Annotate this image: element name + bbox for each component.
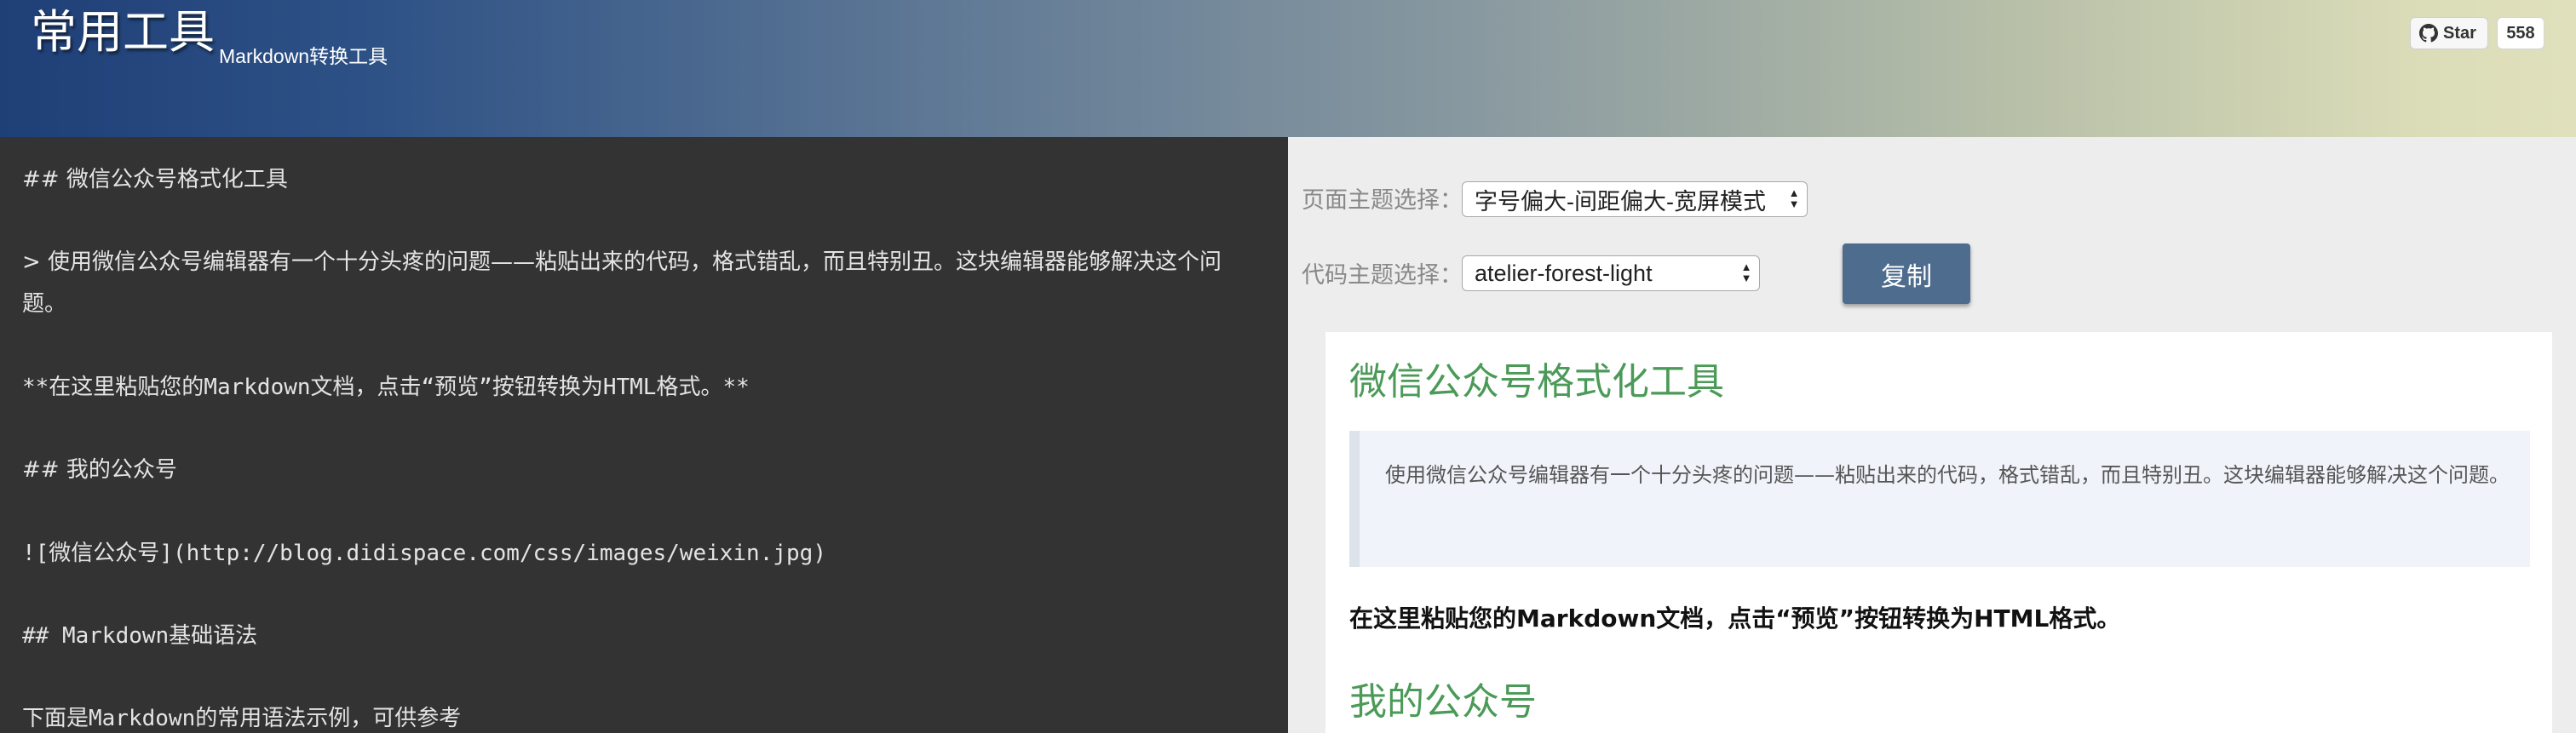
preview-heading: 我的公众号 xyxy=(1349,680,1537,724)
page-theme-select[interactable]: 字号偏大-间距偏大-宽屏模式 ▲ ▼ xyxy=(1462,181,1808,217)
editor-line: > 使用微信公众号编辑器有一个十分头疼的问题——粘贴出来的代码，格式错乱，而且特… xyxy=(22,249,1222,275)
app-subtitle: Markdown转换工具 xyxy=(219,45,388,67)
copy-button[interactable]: 复制 xyxy=(1843,243,1970,304)
editor-line: **在这里粘贴您的Markdown文档，点击“预览”按钮转换为HTML格式。** xyxy=(22,375,750,400)
editor-line: ## 微信公众号格式化工具 xyxy=(22,167,288,192)
preview-bold-text: 在这里粘贴您的Markdown文档，点击“预览”按钮转换为HTML格式。 xyxy=(1349,604,2121,633)
github-star-count[interactable]: 558 xyxy=(2497,17,2544,49)
page-theme-value: 字号偏大-间距偏大-宽屏模式 xyxy=(1475,188,1766,215)
markdown-editor[interactable]: ## 微信公众号格式化工具 > 使用微信公众号编辑器有一个十分头疼的问题——粘贴… xyxy=(0,137,1288,733)
page-theme-label: 页面主题选择： xyxy=(1302,187,1463,213)
code-theme-select[interactable]: atelier-forest-light ▲ ▼ xyxy=(1462,255,1760,291)
github-star-button[interactable]: Star xyxy=(2410,17,2488,49)
code-theme-value: atelier-forest-light xyxy=(1475,260,1653,286)
select-arrows-icon: ▲ ▼ xyxy=(1788,186,1800,210)
preview-heading: 微信公众号格式化工具 xyxy=(1349,360,1724,404)
editor-line: ![微信公众号](http://blog.didispace.com/css/i… xyxy=(22,541,826,566)
github-icon xyxy=(2419,24,2438,43)
app-header: 常用工具 Markdown转换工具 Star 558 xyxy=(0,0,2576,137)
preview-panel: 页面主题选择： 字号偏大-间距偏大-宽屏模式 ▲ ▼ 代码主题选择： atelie… xyxy=(1288,137,2576,733)
code-theme-label: 代码主题选择： xyxy=(1302,262,1463,288)
app-title[interactable]: 常用工具 xyxy=(31,5,215,60)
editor-line: ## 我的公众号 xyxy=(22,457,177,483)
editor-line: ## Markdown基础语法 xyxy=(22,623,258,649)
select-arrows-icon: ▲ ▼ xyxy=(1740,261,1752,284)
preview-content: 微信公众号格式化工具 使用微信公众号编辑器有一个十分头疼的问题——粘贴出来的代码… xyxy=(1325,332,2552,733)
preview-blockquote: 使用微信公众号编辑器有一个十分头疼的问题——粘贴出来的代码，格式错乱，而且特别丑… xyxy=(1349,431,2530,567)
blockquote-text: 使用微信公众号编辑器有一个十分头疼的问题——粘贴出来的代码，格式错乱，而且特别丑… xyxy=(1385,463,2510,487)
editor-line: 题。 xyxy=(22,291,67,317)
github-star-label: Star xyxy=(2443,23,2476,43)
editor-line: 下面是Markdown的常用语法示例，可供参考 xyxy=(22,706,462,731)
